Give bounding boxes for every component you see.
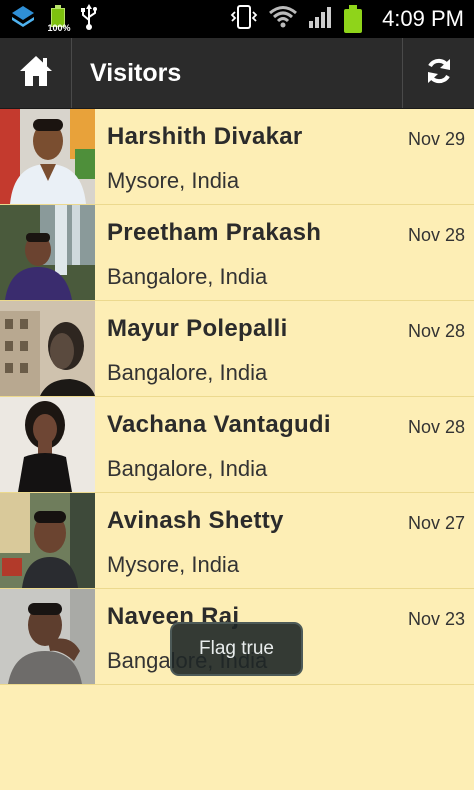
visitor-name: Preetham Prakash (107, 219, 322, 246)
visit-date: Nov 28 (407, 321, 465, 341)
visitor-row[interactable]: Vachana Vantagudi Nov 28 Bangalore, Indi… (0, 397, 474, 493)
action-bar-divider (71, 38, 72, 108)
visitor-row[interactable]: Preetham Prakash Nov 28 Bangalore, India (0, 205, 474, 301)
wifi-icon (268, 5, 298, 33)
visit-date: Nov 23 (407, 609, 465, 629)
status-bar: 100% 4:09 PM (0, 0, 474, 38)
visitor-row[interactable]: Harshith Divakar Nov 29 Mysore, India (0, 109, 474, 205)
visit-date: Nov 27 (407, 513, 465, 533)
toast-message: Flag true (170, 622, 303, 676)
battery-percent-label: 100% (47, 23, 71, 33)
avatar (0, 205, 95, 300)
clock: 4:09 PM (382, 6, 464, 31)
visitor-location: Mysore, India (107, 552, 240, 577)
visitor-name: Harshith Divakar (107, 123, 303, 150)
visit-date: Nov 29 (407, 129, 465, 149)
avatar (0, 589, 95, 684)
visit-date: Nov 28 (407, 225, 465, 245)
visit-date: Nov 28 (407, 417, 465, 437)
visitor-row[interactable]: Mayur Polepalli Nov 28 Bangalore, India (0, 301, 474, 397)
visitor-name: Vachana Vantagudi (107, 411, 331, 438)
status-bar-right: 4:09 PM (230, 4, 464, 34)
visitor-row[interactable]: Avinash Shetty Nov 27 Mysore, India (0, 493, 474, 589)
page-title: Visitors (90, 59, 182, 87)
visitor-location: Bangalore, India (107, 456, 268, 481)
vibrate-icon (230, 4, 258, 34)
refresh-button[interactable] (403, 38, 474, 108)
home-button[interactable] (0, 38, 71, 108)
home-icon (18, 54, 54, 92)
avatar (0, 493, 95, 588)
refresh-icon (424, 56, 454, 90)
action-bar: Visitors (0, 38, 474, 109)
visitor-name: Avinash Shetty (107, 507, 284, 534)
app-notification-icon (10, 4, 36, 34)
visitor-location: Bangalore, India (107, 360, 268, 385)
visitor-list: Harshith Divakar Nov 29 Mysore, India Pr… (0, 109, 474, 685)
signal-icon (308, 5, 334, 33)
usb-icon (80, 4, 98, 34)
battery-icon (344, 5, 363, 33)
avatar (0, 109, 95, 204)
visitor-name: Mayur Polepalli (107, 315, 288, 342)
avatar (0, 397, 95, 492)
status-bar-left: 100% (10, 4, 98, 34)
visitor-location: Bangalore, India (107, 264, 268, 289)
avatar (0, 301, 95, 396)
visitor-location: Mysore, India (107, 168, 240, 193)
battery-full-icon: 100% (47, 5, 71, 33)
